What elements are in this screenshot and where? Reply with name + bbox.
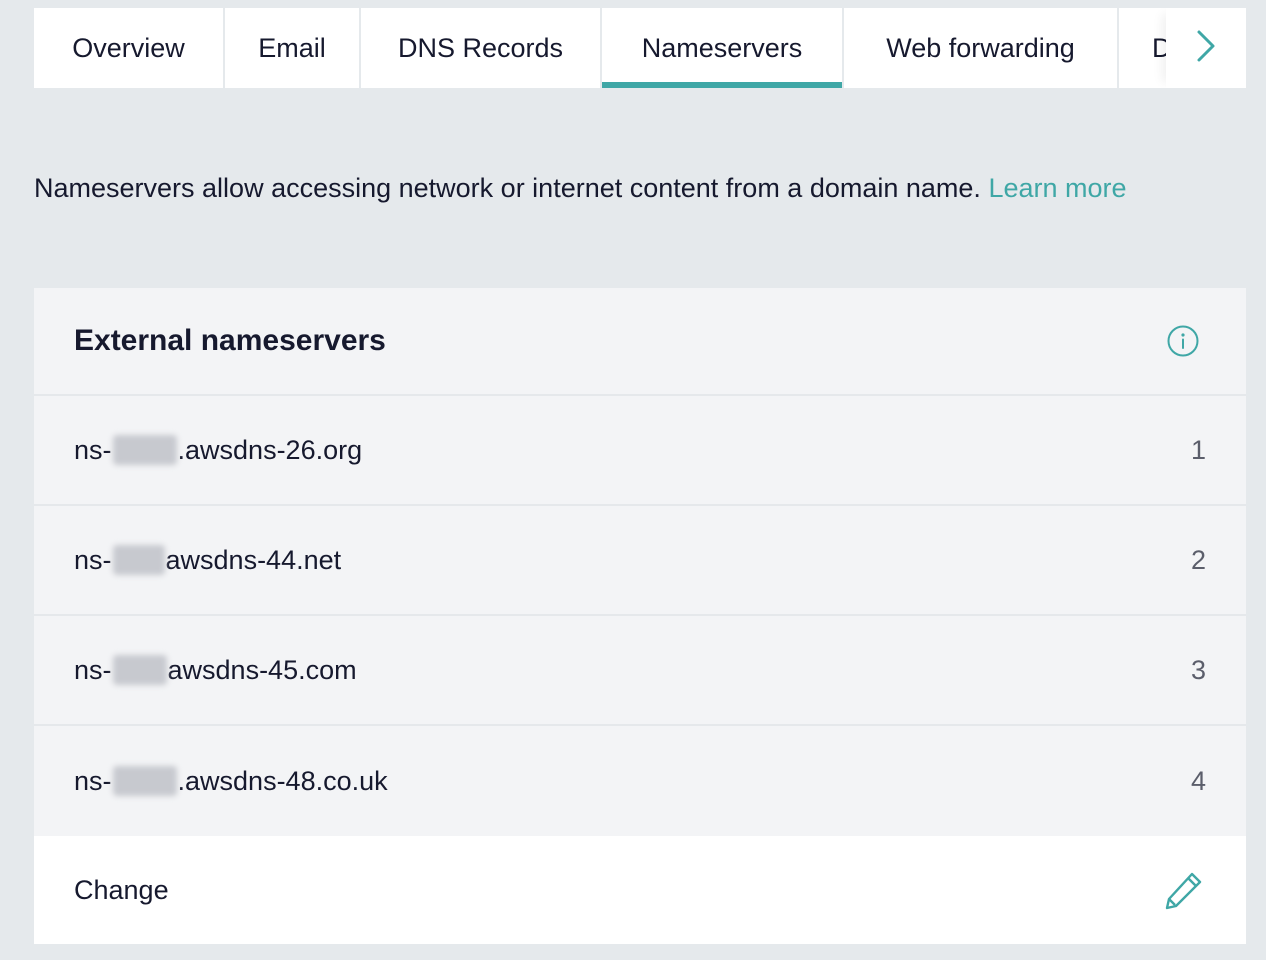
- card-title: External nameservers: [74, 324, 386, 357]
- chevron-right-icon: [1195, 29, 1217, 68]
- nameserver-suffix: .awsdns-48.co.uk: [177, 765, 388, 796]
- tab-web-forwarding[interactable]: Web forwarding: [844, 8, 1117, 88]
- change-label: Change: [74, 874, 169, 905]
- nameserver-row: ns- awsdns-45.com 3: [34, 616, 1246, 726]
- nameserver-suffix: awsdns-44.net: [165, 544, 342, 575]
- nameserver-prefix: ns-: [74, 654, 112, 685]
- nameserver-index: 4: [1190, 765, 1206, 796]
- nameserver-row: ns- .awsdns-48.co.uk 4: [34, 726, 1246, 836]
- pencil-icon[interactable]: [1162, 868, 1206, 912]
- nameserver-name: ns- awsdns-45.com: [74, 655, 357, 686]
- card-header: External nameservers: [34, 288, 1246, 396]
- nameserver-index: 2: [1190, 544, 1206, 575]
- tab-overview[interactable]: Overview: [34, 8, 223, 88]
- external-nameservers-card: External nameservers ns- .awsdns-26.org …: [34, 288, 1246, 944]
- redacted-value: [112, 766, 177, 796]
- nameserver-row: ns- awsdns-44.net 2: [34, 506, 1246, 616]
- nameserver-row: ns- .awsdns-26.org 1: [34, 396, 1246, 506]
- nameserver-suffix: awsdns-45.com: [167, 654, 357, 685]
- redacted-value: [112, 545, 165, 575]
- nameserver-prefix: ns-: [74, 434, 112, 465]
- nameserver-index: 3: [1190, 654, 1206, 685]
- tab-email[interactable]: Email: [225, 8, 359, 88]
- tab-bar: Overview Email DNS Records Nameservers W…: [34, 8, 1246, 88]
- redacted-value: [112, 655, 167, 685]
- nameserver-prefix: ns-: [74, 765, 112, 796]
- info-icon[interactable]: [1166, 324, 1200, 358]
- redacted-value: [112, 435, 177, 465]
- tab-nameservers[interactable]: Nameservers: [602, 8, 842, 88]
- tab-scroll-right-button[interactable]: [1166, 8, 1246, 88]
- learn-more-link[interactable]: Learn more: [988, 173, 1126, 203]
- nameserver-name: ns- .awsdns-26.org: [74, 435, 362, 466]
- nameserver-name: ns- awsdns-44.net: [74, 545, 341, 576]
- nameserver-prefix: ns-: [74, 544, 112, 575]
- nameservers-description: Nameservers allow accessing network or i…: [34, 168, 1127, 208]
- tab-dns-records[interactable]: DNS Records: [361, 8, 600, 88]
- nameserver-index: 1: [1190, 434, 1206, 465]
- nameserver-name: ns- .awsdns-48.co.uk: [74, 766, 388, 797]
- description-text: Nameservers allow accessing network or i…: [34, 173, 981, 203]
- nameserver-suffix: .awsdns-26.org: [177, 434, 363, 465]
- change-nameservers-button[interactable]: Change: [34, 836, 1246, 944]
